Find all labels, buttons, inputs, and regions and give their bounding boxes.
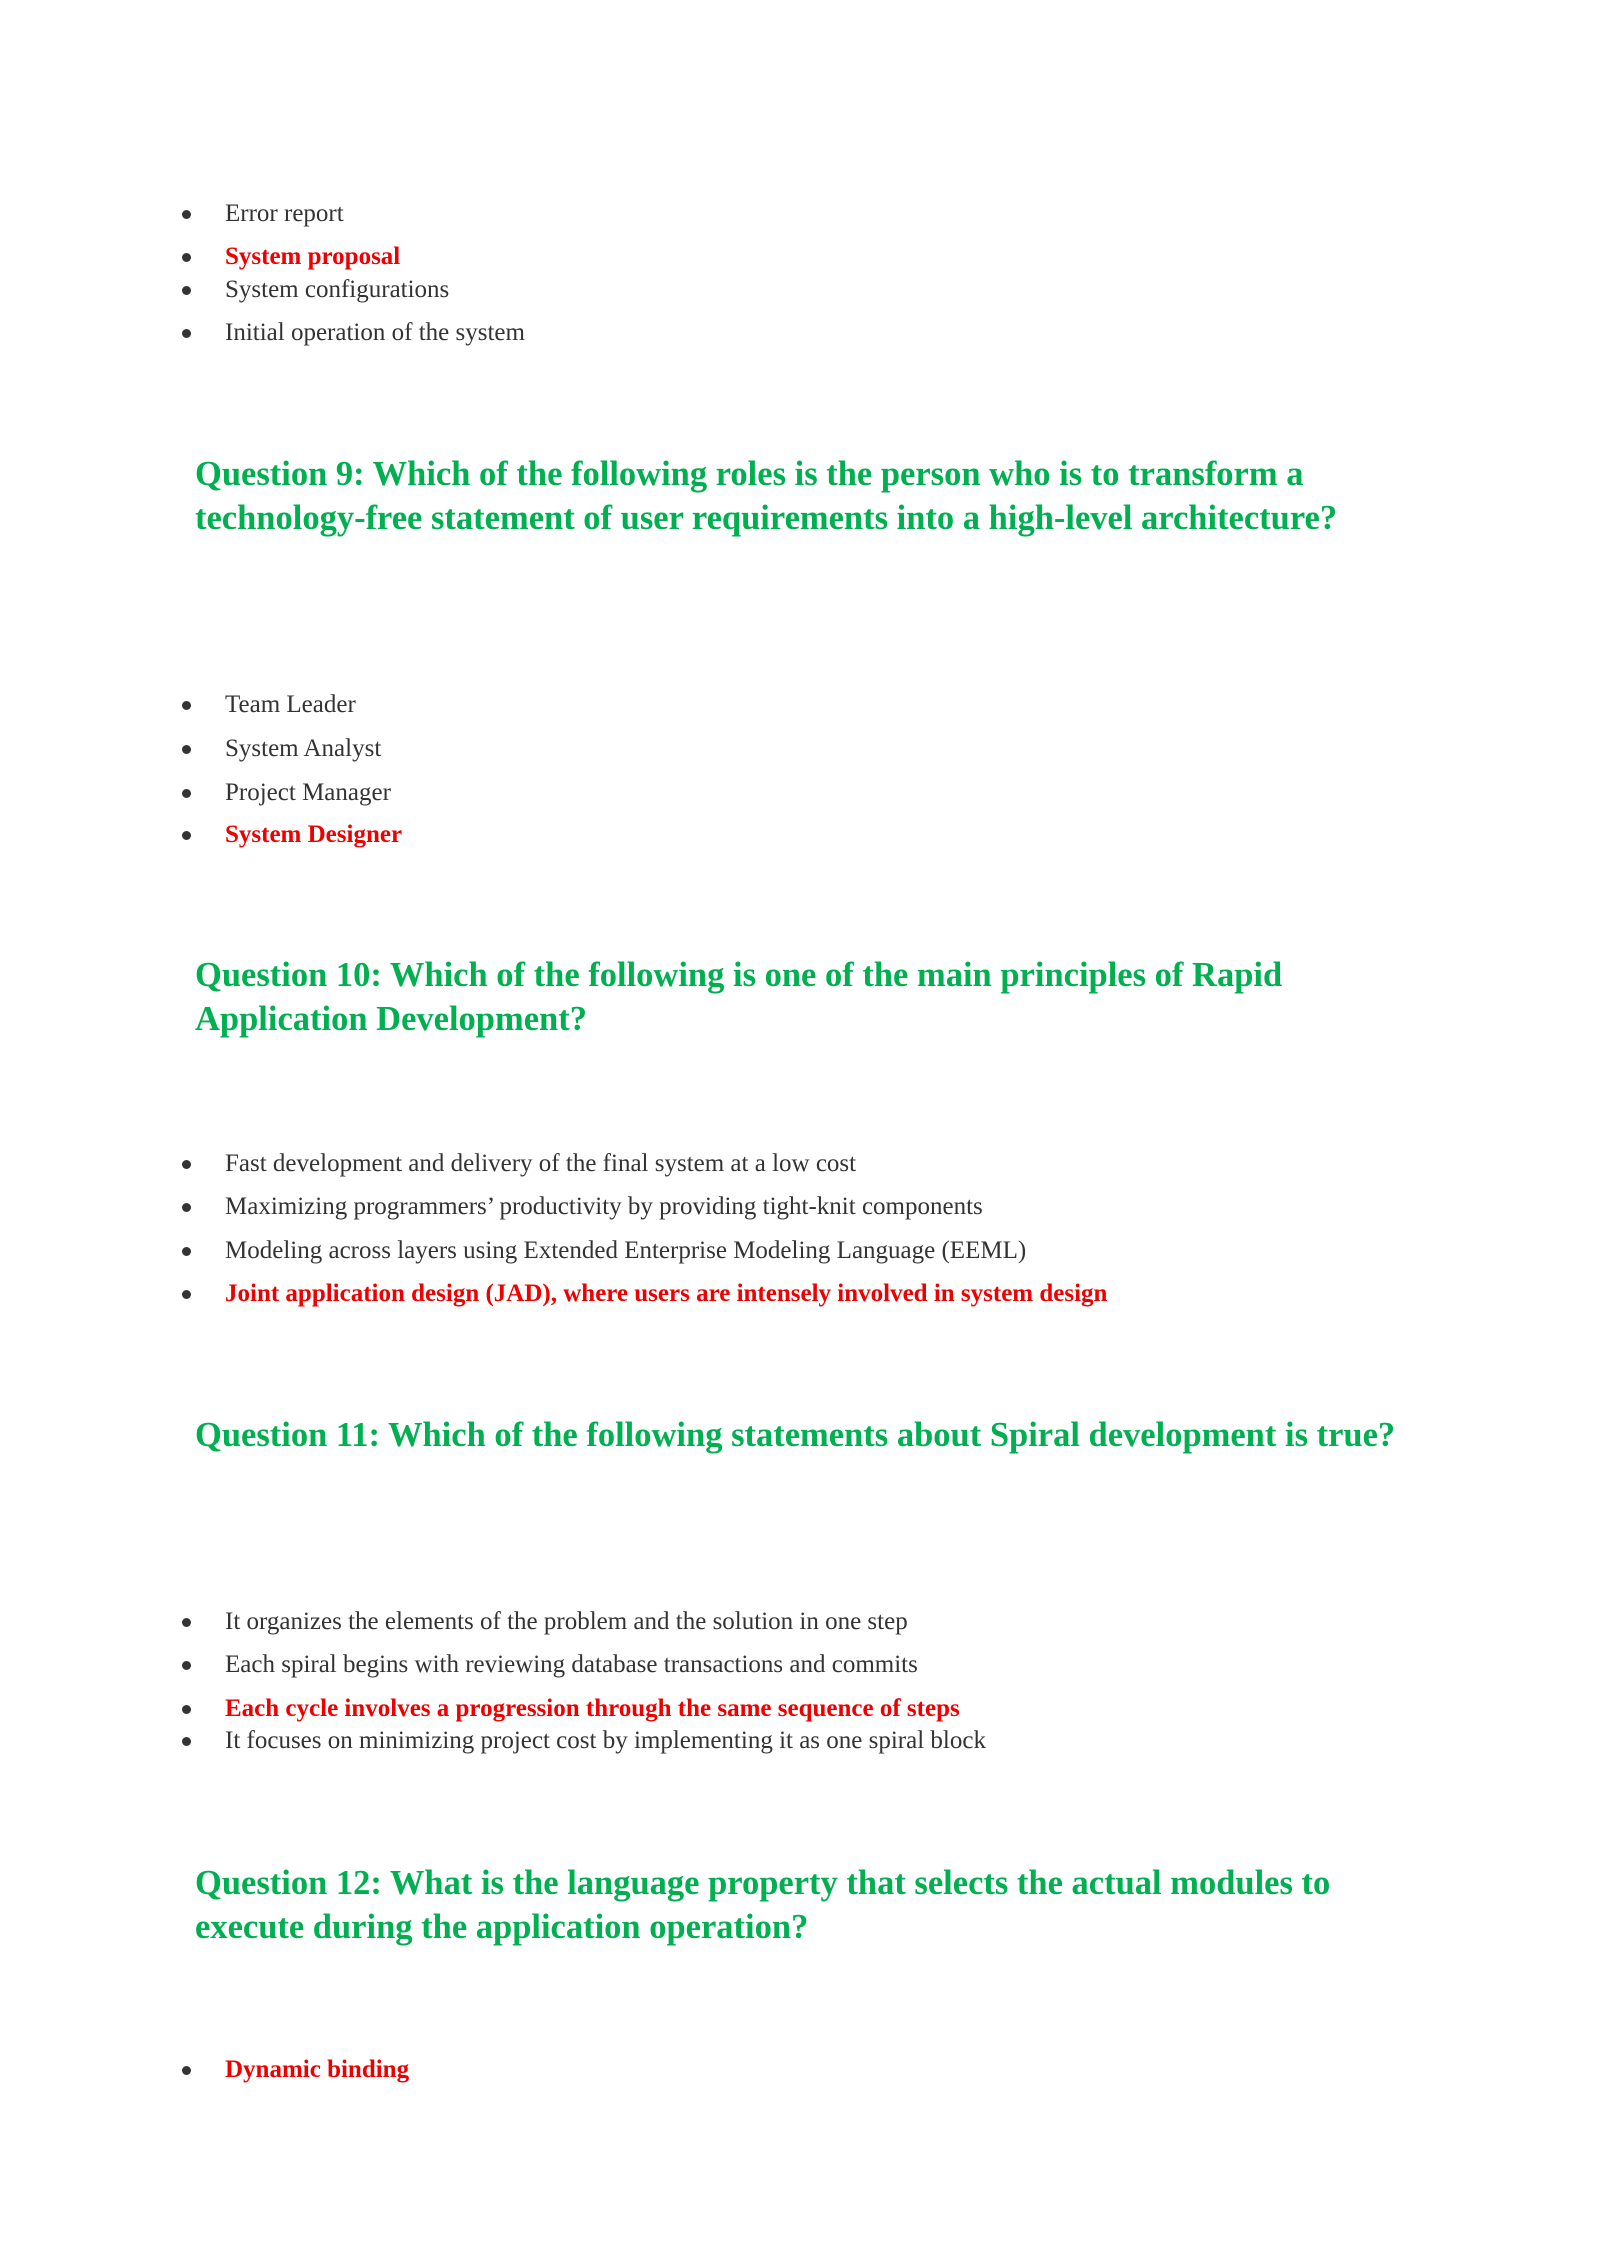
bullet-icon (182, 789, 191, 798)
bullet-icon (182, 1737, 191, 1746)
option-text: Joint application design (JAD), where us… (225, 1280, 1108, 1307)
question-heading: Question 12: What is the language proper… (195, 1864, 1331, 1946)
bullet-icon (182, 1661, 191, 1670)
bullet-icon (182, 286, 191, 295)
bullet-icon (182, 2066, 191, 2075)
bullet-icon (182, 1203, 191, 1212)
option-text: System configurations (225, 276, 450, 303)
option-text: Dynamic binding (225, 2056, 410, 2083)
option-text: Each cycle involves a progression throug… (225, 1695, 960, 1722)
option-text: Each spiral begins with reviewing databa… (225, 1651, 918, 1678)
option-text: It organizes the elements of the problem… (225, 1608, 908, 1635)
bullet-icon (182, 701, 191, 710)
option-text: Error report (225, 200, 344, 227)
bullet-icon (182, 1705, 191, 1714)
option-text: It focuses on minimizing project cost by… (225, 1727, 986, 1754)
option-text: Modeling across layers using Extended En… (225, 1237, 1027, 1264)
option-text: Project Manager (225, 779, 391, 806)
option-text: Team Leader (225, 691, 356, 718)
bullet-icon (182, 253, 191, 262)
option-text: System Designer (225, 821, 403, 848)
bullet-icon (182, 329, 191, 338)
question-heading: Question 9: Which of the following roles… (195, 455, 1338, 537)
option-text: Fast development and delivery of the fin… (225, 1150, 857, 1177)
option-text: Initial operation of the system (225, 319, 525, 346)
option-text: System proposal (225, 243, 401, 270)
option-text: Maximizing programmers’ productivity by … (225, 1193, 983, 1220)
option-text: System Analyst (225, 735, 382, 762)
bullet-icon (182, 210, 191, 219)
bullet-icon (182, 831, 191, 840)
bullet-icon (182, 1160, 191, 1169)
question-heading: Question 10: Which of the following is o… (195, 956, 1283, 1038)
bullet-icon (182, 1290, 191, 1299)
bullet-icon (182, 1618, 191, 1627)
question-heading: Question 11: Which of the following stat… (195, 1416, 1396, 1454)
bullet-icon (182, 1247, 191, 1256)
bullet-icon (182, 745, 191, 754)
